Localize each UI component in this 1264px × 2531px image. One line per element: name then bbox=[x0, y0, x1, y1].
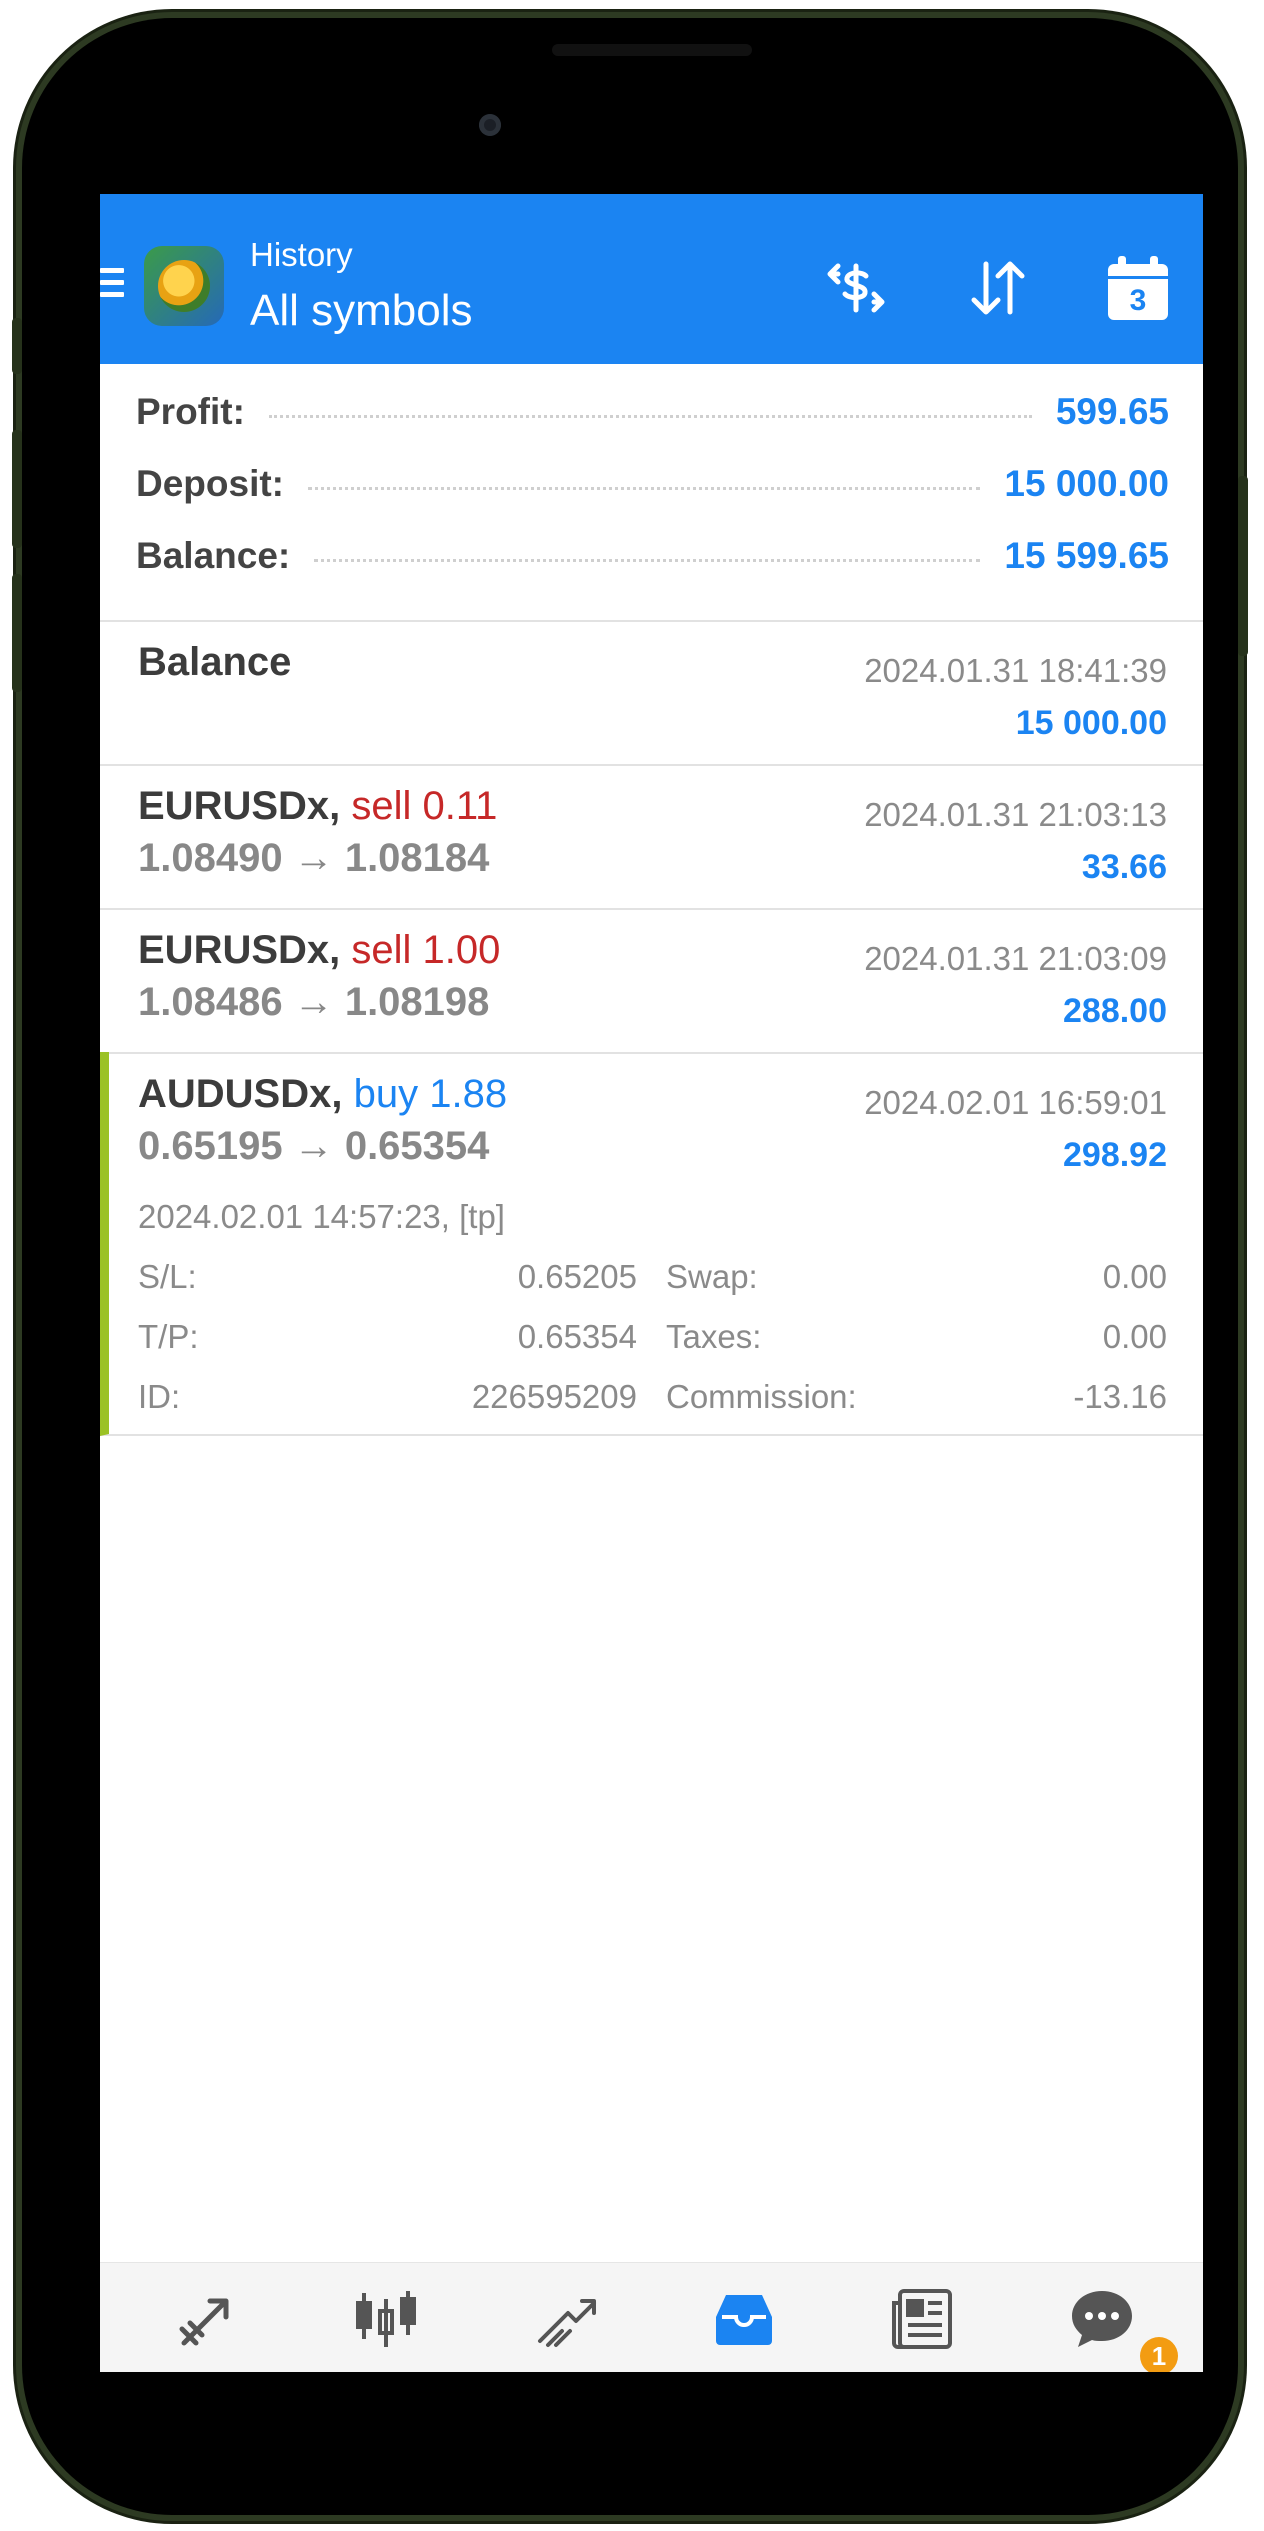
id-label: ID: bbox=[138, 1378, 181, 1415]
currency-exchange-icon[interactable] bbox=[820, 252, 892, 324]
balance-operation-time: 2024.01.31 18:41:39 bbox=[864, 652, 1167, 689]
deal-symbol: EURUSDx, sell 0.11 bbox=[138, 784, 497, 829]
taxes-value: 0.00 bbox=[1102, 1318, 1167, 1355]
symbol-name: EURUSDx, bbox=[138, 784, 341, 828]
deposit-value: 15 000.00 bbox=[1004, 463, 1169, 504]
sort-icon[interactable] bbox=[962, 252, 1034, 324]
commission-label: Commission: bbox=[666, 1378, 857, 1415]
deal-prices: 1.08490 → 1.08184 bbox=[138, 836, 490, 880]
power-button bbox=[1238, 476, 1248, 656]
deal-profit: 288.00 bbox=[1063, 992, 1167, 1030]
balance-operation-row[interactable]: Balance 2024.01.31 18:41:39 15 000.00 bbox=[100, 620, 1203, 766]
tp-label: T/P: bbox=[138, 1318, 199, 1355]
deposit-label: Deposit: bbox=[136, 463, 284, 504]
symbol-name: EURUSDx, bbox=[138, 928, 341, 972]
swap-value: 0.00 bbox=[1102, 1258, 1167, 1295]
profit-row: Profit: 599.65 bbox=[136, 387, 1169, 437]
deal-time: 2024.01.31 21:03:09 bbox=[864, 940, 1167, 977]
deposit-row: Deposit: 15 000.00 bbox=[136, 459, 1169, 509]
deal-symbol: EURUSDx, sell 1.00 bbox=[138, 928, 500, 973]
deal-action-sell: sell 1.00 bbox=[351, 928, 501, 972]
news-icon[interactable] bbox=[886, 2283, 958, 2355]
id-value: 226595209 bbox=[471, 1378, 637, 1415]
deal-open-info: 2024.02.01 14:57:23, [tp] bbox=[138, 1198, 505, 1235]
leader-dots bbox=[268, 414, 1032, 418]
deal-prices: 0.65195 → 0.65354 bbox=[138, 1124, 490, 1168]
sl-label: S/L: bbox=[138, 1258, 197, 1295]
commission-value: -13.16 bbox=[1073, 1378, 1167, 1415]
deal-time: 2024.01.31 21:03:13 bbox=[864, 796, 1167, 833]
bottom-navigation bbox=[100, 2262, 1203, 2372]
quotes-icon[interactable] bbox=[170, 2283, 242, 2355]
balance-operation-amount: 15 000.00 bbox=[1015, 704, 1167, 742]
volume-up-button bbox=[12, 430, 22, 548]
menu-icon[interactable] bbox=[100, 268, 124, 302]
speaker-grille bbox=[552, 44, 752, 56]
deal-row[interactable]: EURUSDx, sell 0.11 1.08490 → 1.08184 202… bbox=[100, 764, 1203, 910]
deal-profit: 33.66 bbox=[1081, 848, 1167, 886]
calendar-icon[interactable]: 3 bbox=[1102, 252, 1174, 324]
history-inbox-icon[interactable] bbox=[708, 2283, 780, 2355]
app-bar-subtitle: History bbox=[250, 236, 353, 273]
balance-summary-row: Balance: 15 599.65 bbox=[136, 531, 1169, 581]
deal-time: 2024.02.01 16:59:01 bbox=[864, 1084, 1167, 1121]
deal-prices: 1.08486 → 1.08198 bbox=[138, 980, 490, 1024]
symbol-filter-title[interactable]: All symbols bbox=[250, 286, 473, 336]
calendar-day-number: 3 bbox=[1130, 284, 1147, 317]
swap-label: Swap: bbox=[666, 1258, 758, 1295]
app-bar: History All symbols 3 bbox=[100, 194, 1203, 364]
chart-icon[interactable] bbox=[350, 2283, 422, 2355]
sl-value: 0.65205 bbox=[517, 1258, 637, 1295]
phone-frame: History All symbols 3 Profit: 599.65 Dep… bbox=[12, 18, 1248, 2515]
metatrader-logo-icon[interactable] bbox=[144, 246, 224, 326]
messages-badge: 1 bbox=[1140, 2337, 1178, 2372]
deal-row[interactable]: EURUSDx, sell 1.00 1.08486 → 1.08198 202… bbox=[100, 908, 1203, 1054]
volume-down-button bbox=[12, 574, 22, 692]
deal-symbol: AUDUSDx, buy 1.88 bbox=[138, 1072, 507, 1117]
deal-action-sell: sell 0.11 bbox=[351, 784, 498, 828]
leader-dots bbox=[308, 486, 981, 490]
summary-panel: Profit: 599.65 Deposit: 15 000.00 Balanc… bbox=[100, 364, 1203, 622]
profit-label: Profit: bbox=[136, 391, 245, 432]
mute-switch bbox=[12, 318, 22, 374]
app-screen: History All symbols 3 Profit: 599.65 Dep… bbox=[100, 194, 1203, 2372]
deal-profit: 298.92 bbox=[1063, 1136, 1167, 1174]
deal-action-buy: buy 1.88 bbox=[353, 1072, 508, 1116]
leader-dots bbox=[314, 558, 981, 562]
messages-icon[interactable] bbox=[1066, 2283, 1138, 2355]
tp-value: 0.65354 bbox=[517, 1318, 637, 1355]
profit-value: 599.65 bbox=[1055, 391, 1169, 432]
taxes-label: Taxes: bbox=[666, 1318, 762, 1355]
balance-value: 15 599.65 bbox=[1004, 535, 1169, 576]
trade-icon[interactable] bbox=[530, 2283, 602, 2355]
balance-label: Balance: bbox=[136, 535, 291, 576]
symbol-name: AUDUSDx, bbox=[138, 1072, 343, 1116]
balance-operation-label: Balance bbox=[138, 640, 292, 684]
deal-row-expanded[interactable]: AUDUSDx, buy 1.88 0.65195 → 0.65354 2024… bbox=[100, 1052, 1203, 1436]
front-camera bbox=[479, 114, 501, 136]
